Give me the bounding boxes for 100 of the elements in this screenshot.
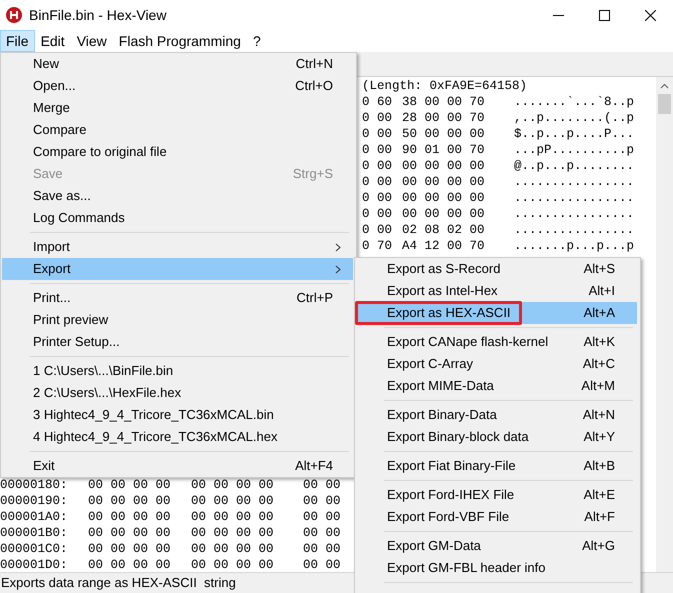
window-title: BinFile.bin - Hex-View xyxy=(29,6,168,24)
hex-bytes: 0 00 xyxy=(362,142,394,158)
hex-bytes: 90 01 00 70 xyxy=(402,142,486,158)
menu-bar-item[interactable]: Flash Programming xyxy=(112,30,247,52)
hex-bytes: 00 00 00 00 xyxy=(191,557,275,572)
hex-bytes: 00 00 xyxy=(303,525,341,541)
ascii-text: ................ xyxy=(514,190,634,206)
address-text: 000001C0: xyxy=(0,541,69,557)
hex-bytes: 00 00 00 00 xyxy=(191,493,275,509)
menu-bar-item[interactable]: View xyxy=(70,30,113,52)
address-text: 00000190: xyxy=(0,493,69,509)
minimize-icon xyxy=(552,14,564,16)
hex-bytes: 00 00 00 00 xyxy=(191,509,275,525)
menu-item[interactable]: Export Ford-VBF File Alt+F xyxy=(356,506,637,528)
menu-item[interactable]: Export as Intel-Hex Alt+I xyxy=(356,280,637,302)
address-text: 00000180: xyxy=(0,477,69,493)
menu-item[interactable]: Export Binary-block data Alt+Y xyxy=(356,426,637,448)
hex-bytes: 00 00 xyxy=(303,493,341,509)
ascii-text: ,..p........(..p xyxy=(514,110,634,126)
hex-bytes: 0 70 xyxy=(362,238,394,254)
menu-item[interactable]: Compare to original file xyxy=(2,141,353,163)
status-text: Exports data range as HEX-ASCII string xyxy=(1,574,236,592)
menu-item[interactable]: Export GM-FBL header info xyxy=(356,557,637,579)
menu-item[interactable]: Printer Setup... xyxy=(2,331,353,353)
chevron-right-icon xyxy=(335,264,341,274)
hex-bytes: 00 00 00 00 xyxy=(191,525,275,541)
menu-item[interactable]: Open... Ctrl+O xyxy=(2,75,353,97)
hex-bytes: 0 00 xyxy=(362,126,394,142)
menu-item[interactable]: Export GM-Data Alt+G xyxy=(356,535,637,557)
menu-item[interactable]: Save as... xyxy=(2,185,353,207)
menu-item[interactable]: Export as S-Record Alt+S xyxy=(356,258,637,280)
hex-bytes: 00 00 00 00 xyxy=(191,477,275,493)
hex-bytes: 00 00 xyxy=(303,477,341,493)
menu-item[interactable]: New Ctrl+N xyxy=(2,53,353,75)
ascii-text: @..p...p........ xyxy=(514,158,634,174)
menu-item[interactable]: Import xyxy=(2,236,353,258)
menu-item[interactable]: Export Binary-Data Alt+N xyxy=(356,404,637,426)
menu-item[interactable]: Print... Ctrl+P xyxy=(2,287,353,309)
hex-bytes: 00 00 00 00 xyxy=(88,477,172,493)
menu-item[interactable]: 2 C:\Users\...\HexFile.hex xyxy=(2,382,353,404)
hex-bytes: 00 00 00 00 xyxy=(88,541,172,557)
menu-item[interactable]: Log Commands xyxy=(2,207,353,229)
hex-bytes: 0 00 xyxy=(362,110,394,126)
menu-item[interactable]: Merge xyxy=(2,97,353,119)
hex-bytes: 02 08 02 00 xyxy=(402,222,486,238)
hex-bytes: 00 00 00 00 xyxy=(402,206,486,222)
scroll-thumb[interactable] xyxy=(658,94,671,114)
menu-item[interactable]: Export xyxy=(2,258,353,280)
menu-item[interactable]: Export MIME-Data Alt+M xyxy=(356,375,637,397)
maximize-icon xyxy=(598,10,610,20)
hex-bytes: 0 00 xyxy=(362,190,394,206)
menu-bar-item[interactable]: Edit xyxy=(34,30,71,52)
address-text: 000001D0: xyxy=(0,557,69,572)
menu-bar-item[interactable]: ? xyxy=(246,30,267,52)
menu-item[interactable]: Export Ford-IHEX File Alt+E xyxy=(356,484,637,506)
hex-bytes: 00 00 00 00 xyxy=(402,174,486,190)
hex-bytes: 00 00 00 00 xyxy=(88,525,172,541)
menu-item[interactable]: Export Fiat Binary-File Alt+B xyxy=(356,455,637,477)
address-text: 000001B0: xyxy=(0,525,69,541)
ascii-text: $..p...p....P... xyxy=(514,126,634,142)
ascii-text: .......`...`8..p xyxy=(514,94,634,110)
scroll-up-icon xyxy=(660,83,669,89)
menu-item[interactable]: 1 C:\Users\...\BinFile.bin xyxy=(2,360,353,382)
hex-bytes: 00 00 00 00 xyxy=(88,557,172,572)
hex-bytes: 28 00 00 70 xyxy=(402,110,486,126)
ascii-text: ................ xyxy=(514,206,634,222)
menu-item[interactable]: Export CANape flash-kernel Alt+K xyxy=(356,331,637,353)
hex-bytes: 00 00 00 00 xyxy=(88,509,172,525)
menu-item[interactable]: Print preview xyxy=(2,309,353,331)
hex-bytes: 38 00 00 70 xyxy=(402,94,486,110)
hex-bytes: 00 00 00 00 xyxy=(402,158,486,174)
hex-bytes: 00 00 00 00 xyxy=(402,190,486,206)
menu-item[interactable]: 4 Hightec4_9_4_Tricore_TC36xMCAL.hex xyxy=(2,426,353,448)
length-header: (Length: 0xFA9E=64158) xyxy=(362,78,528,94)
hex-bytes: 0 00 xyxy=(362,158,394,174)
hex-bytes: 00 00 00 00 xyxy=(88,493,172,509)
ascii-text: ...pP..........p xyxy=(514,142,634,158)
ascii-text: .......p...p...p xyxy=(514,238,634,254)
menu-item[interactable]: Compare xyxy=(2,119,353,141)
hex-bytes: 00 00 xyxy=(303,541,341,557)
hex-bytes: 0 60 xyxy=(362,94,394,110)
ascii-text: ................ xyxy=(514,174,634,190)
hex-bytes: 00 00 xyxy=(303,557,341,572)
address-text: 000001A0: xyxy=(0,509,69,525)
menu-item[interactable]: 3 Hightec4_9_4_Tricore_TC36xMCAL.bin xyxy=(2,404,353,426)
hex-bytes: 50 00 00 00 xyxy=(402,126,486,142)
app-logo-icon xyxy=(6,7,22,23)
menu-item[interactable]: Exit Alt+F4 xyxy=(2,455,353,477)
hex-bytes: 0 00 xyxy=(362,222,394,238)
close-icon xyxy=(644,10,656,20)
menu-bar-item[interactable]: File xyxy=(0,30,35,52)
hex-bytes: 00 00 00 00 xyxy=(191,541,275,557)
menu-item[interactable]: Export C-Array Alt+C xyxy=(356,353,637,375)
hex-bytes: 0 00 xyxy=(362,174,394,190)
hex-bytes: 00 00 xyxy=(303,509,341,525)
hex-bytes: 0 00 xyxy=(362,206,394,222)
hex-bytes: A4 12 00 70 xyxy=(402,238,486,254)
ascii-text: ................ xyxy=(514,222,634,238)
menu-item[interactable]: Export as HEX-ASCII Alt+A xyxy=(356,302,637,324)
chevron-right-icon xyxy=(335,242,341,252)
